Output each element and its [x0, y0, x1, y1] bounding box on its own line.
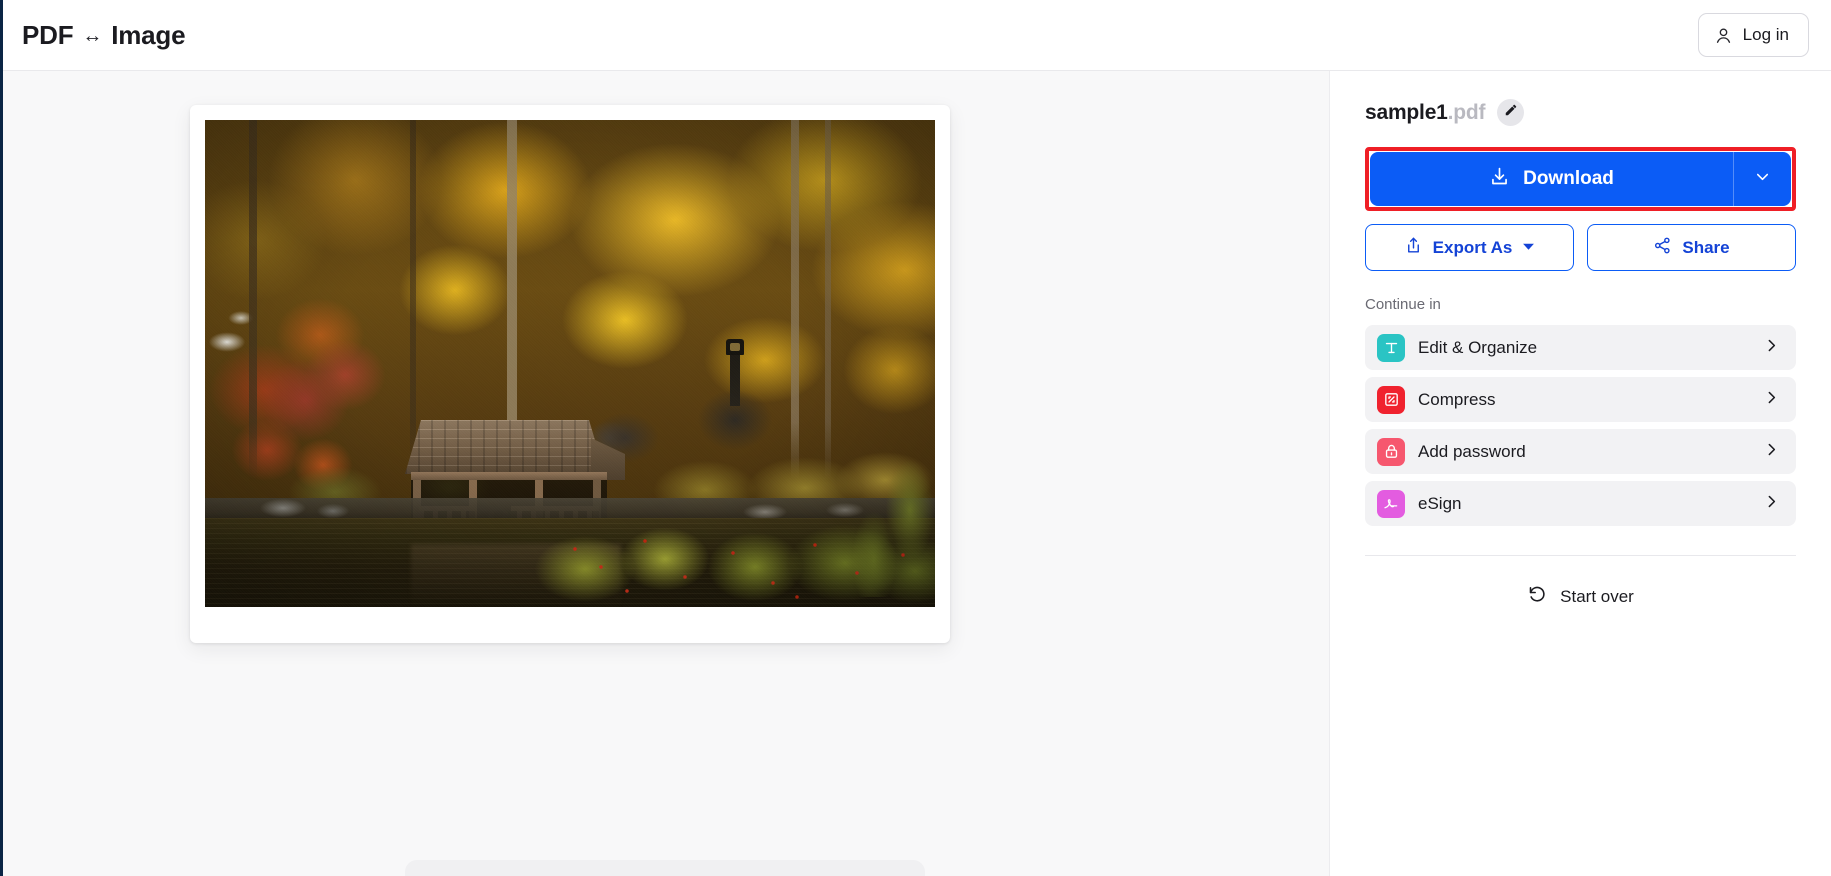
chevron-right-icon	[1763, 389, 1780, 411]
download-options-button[interactable]	[1733, 152, 1791, 206]
caret-down-icon	[1522, 238, 1535, 258]
tool-add-password-label: Add password	[1418, 441, 1526, 461]
compress-icon	[1377, 385, 1405, 414]
chevron-down-icon	[1753, 167, 1772, 191]
window-left-edge	[0, 0, 3, 876]
converted-image-preview	[205, 120, 935, 607]
file-name-base: sample1	[1365, 100, 1448, 124]
export-as-button[interactable]: Export As	[1365, 224, 1574, 271]
brand-image-label: Image	[111, 19, 186, 50]
panel-divider	[1365, 555, 1796, 556]
preview-canvas[interactable]	[0, 71, 1330, 876]
download-button[interactable]: Download	[1370, 152, 1733, 206]
chevron-right-icon	[1763, 337, 1780, 359]
login-button-label: Log in	[1742, 25, 1789, 44]
user-icon	[1714, 26, 1733, 45]
lock-icon	[1377, 437, 1405, 466]
photo-grain	[205, 120, 935, 607]
pencil-icon	[1504, 103, 1518, 122]
tool-esign[interactable]: eSign	[1365, 481, 1796, 526]
share-nodes-icon	[1653, 236, 1672, 260]
rename-file-button[interactable]	[1497, 99, 1525, 126]
download-button-label: Download	[1523, 168, 1614, 189]
app-body: sample1.pdf Download Export As Share Con…	[0, 71, 1831, 876]
signature-icon	[1377, 489, 1405, 518]
page-preview-card[interactable]	[190, 105, 950, 643]
floating-toolbar-peek[interactable]	[404, 860, 925, 876]
app-header: PDF ↔ Image Log in	[0, 0, 1831, 71]
file-name: sample1.pdf	[1365, 100, 1486, 125]
continue-in-list: Edit & Organize Compress Add password eS…	[1365, 325, 1796, 526]
file-name-extension: .pdf	[1447, 100, 1486, 124]
export-as-label: Export As	[1432, 237, 1513, 257]
chevron-right-icon	[1763, 441, 1780, 463]
tool-edit-organize[interactable]: Edit & Organize	[1365, 325, 1796, 370]
start-over-label: Start over	[1560, 586, 1634, 606]
text-edit-icon	[1377, 333, 1405, 362]
tool-add-password[interactable]: Add password	[1365, 429, 1796, 474]
download-icon	[1489, 166, 1510, 193]
login-button[interactable]: Log in	[1697, 13, 1809, 57]
export-share-icon	[1404, 236, 1423, 260]
tool-compress-label: Compress	[1418, 389, 1496, 409]
brand-title: PDF ↔ Image	[22, 19, 186, 51]
tool-esign-label: eSign	[1418, 493, 1462, 513]
file-name-row: sample1.pdf	[1365, 99, 1796, 126]
brand-pdf-label: PDF	[22, 19, 74, 50]
left-right-arrow-icon: ↔	[82, 24, 103, 47]
secondary-actions-row: Export As Share	[1365, 224, 1796, 271]
download-highlight-box: Download	[1365, 147, 1796, 211]
tool-edit-organize-label: Edit & Organize	[1418, 337, 1538, 357]
share-button[interactable]: Share	[1587, 224, 1796, 271]
share-label: Share	[1682, 237, 1730, 257]
app-root: PDF ↔ Image Log in sample1.pdf Download …	[0, 0, 1831, 876]
result-side-panel: sample1.pdf Download Export As Share Con…	[1330, 71, 1831, 876]
start-over-button[interactable]: Start over	[1365, 584, 1796, 609]
continue-in-label: Continue in	[1365, 296, 1441, 313]
download-button-group[interactable]: Download	[1370, 152, 1791, 206]
rotate-left-icon	[1527, 584, 1547, 609]
tool-compress[interactable]: Compress	[1365, 377, 1796, 422]
chevron-right-icon	[1763, 493, 1780, 515]
